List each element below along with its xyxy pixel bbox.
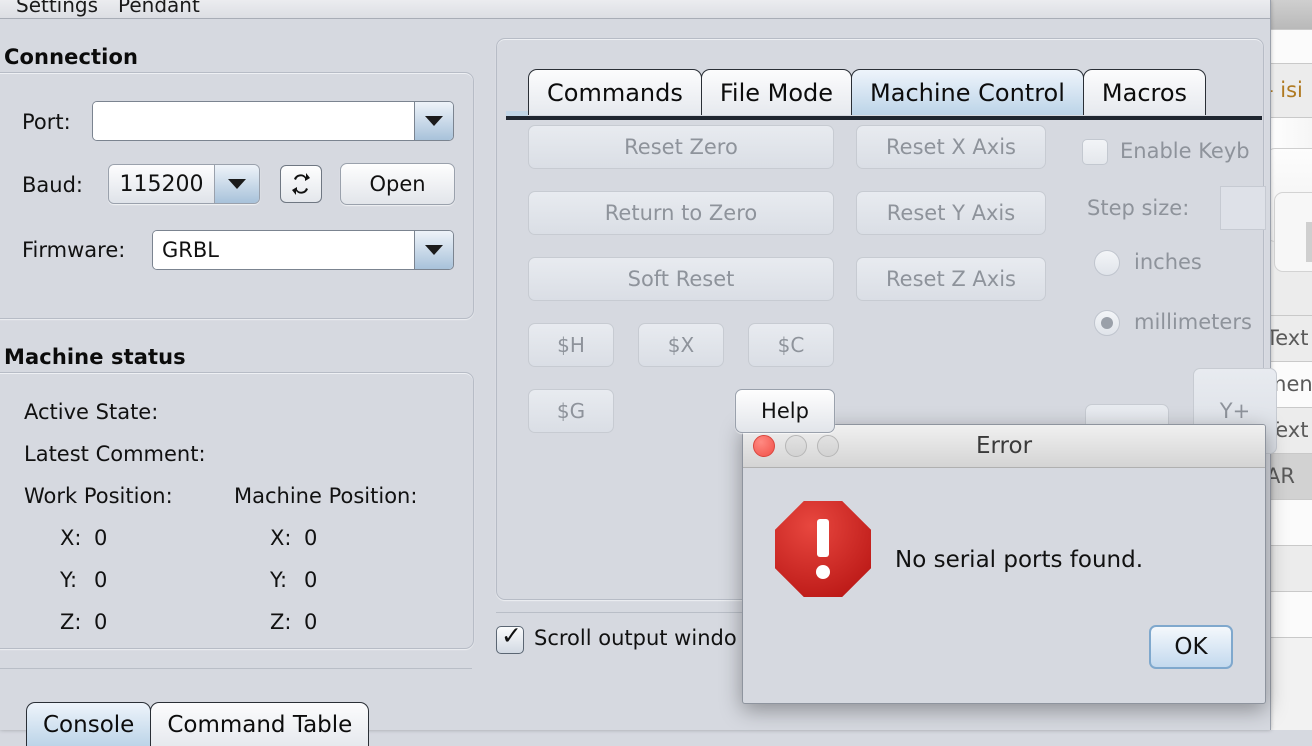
error-dialog-title: Error [975, 433, 1033, 459]
latest-comment-label: Latest Comment: [24, 442, 206, 466]
scroll-output-checkbox[interactable]: ✓ [496, 621, 524, 654]
tab-file-mode[interactable]: File Mode [700, 69, 853, 115]
work-position-label: Work Position: [24, 484, 173, 508]
dollar-h-button[interactable]: $H [528, 323, 614, 367]
enable-keyboard-label: Enable Keyb [1120, 139, 1250, 163]
port-dropdown-arrow[interactable] [414, 102, 453, 140]
port-combo[interactable] [92, 101, 454, 141]
tab-machine-control[interactable]: Machine Control [851, 69, 1084, 115]
background-window-shape [1306, 222, 1312, 262]
scroll-output-label: Scroll output windo [534, 626, 737, 650]
machine-z-label: Z: [270, 610, 292, 634]
millimeters-label: millimeters [1134, 310, 1252, 334]
bottom-tab-strip: Console Command Table [26, 702, 370, 746]
machine-x-label: X: [270, 526, 292, 550]
exclamation-bar [817, 519, 829, 557]
dollar-x-button[interactable]: $X [638, 323, 724, 367]
error-octagon-icon [775, 501, 871, 597]
work-y-label: Y: [60, 568, 78, 592]
menu-item-settings[interactable]: Settings [6, 0, 108, 17]
tab-macros[interactable]: Macros [1082, 69, 1207, 115]
baud-value: 115200 [109, 165, 214, 203]
work-y-value: 0 [94, 568, 108, 592]
reset-zero-button[interactable]: Reset Zero [528, 125, 834, 169]
inches-radio[interactable] [1094, 250, 1120, 276]
chevron-down-icon [228, 179, 246, 189]
radio-dot [1101, 317, 1113, 329]
menu-bar: Settings Pendant [0, 0, 1270, 19]
firmware-value[interactable]: GRBL [153, 231, 414, 269]
machine-x-value: 0 [304, 526, 318, 550]
menu-item-pendant[interactable]: Pendant [108, 0, 210, 17]
connection-group-title: Connection [4, 45, 139, 69]
reset-y-axis-button[interactable]: Reset Y Axis [856, 191, 1046, 235]
tab-console[interactable]: Console [26, 702, 152, 746]
error-dialog-message: No serial ports found. [895, 547, 1144, 573]
error-dialog: Error No serial ports found. OK [742, 424, 1266, 704]
step-size-input[interactable] [1220, 186, 1266, 230]
exclamation-dot [816, 565, 830, 579]
refresh-ports-button[interactable] [280, 165, 322, 203]
dollar-g-button[interactable]: $G [528, 389, 614, 433]
main-tab-strip: Commands File Mode Machine Control Macro… [528, 69, 1207, 115]
firmware-combo[interactable]: GRBL [152, 230, 454, 270]
machine-status-group-title: Machine status [4, 345, 186, 369]
check-icon: ✓ [501, 621, 522, 650]
port-label: Port: [22, 110, 71, 134]
port-input[interactable] [93, 102, 414, 140]
baud-combo[interactable]: 115200 [108, 164, 260, 204]
firmware-dropdown-arrow[interactable] [414, 231, 453, 269]
open-button[interactable]: Open [340, 163, 455, 205]
ok-button[interactable]: OK [1149, 625, 1233, 669]
chevron-down-icon [425, 116, 443, 126]
work-z-label: Z: [60, 610, 82, 634]
reset-x-axis-button[interactable]: Reset X Axis [856, 125, 1046, 169]
work-z-value: 0 [94, 610, 108, 634]
tab-commands[interactable]: Commands [528, 69, 702, 115]
baud-label: Baud: [22, 173, 83, 197]
work-x-value: 0 [94, 526, 108, 550]
millimeters-radio[interactable] [1094, 310, 1120, 336]
help-button[interactable]: Help [735, 389, 835, 433]
machine-z-value: 0 [304, 610, 318, 634]
enable-keyboard-checkbox[interactable] [1082, 139, 1108, 165]
chevron-down-icon [425, 245, 443, 255]
machine-y-label: Y: [270, 568, 288, 592]
firmware-label: Firmware: [22, 238, 126, 262]
baud-dropdown-arrow[interactable] [214, 165, 259, 203]
reset-z-axis-button[interactable]: Reset Z Axis [856, 257, 1046, 301]
inches-label: inches [1134, 250, 1202, 274]
return-to-zero-button[interactable]: Return to Zero [528, 191, 834, 235]
tab-command-table[interactable]: Command Table [150, 702, 370, 746]
step-size-label: Step size: [1087, 196, 1190, 220]
machine-y-value: 0 [304, 568, 318, 592]
work-x-label: X: [60, 526, 82, 550]
machine-position-label: Machine Position: [234, 484, 418, 508]
tab-underline [506, 116, 1262, 120]
active-state-label: Active State: [24, 400, 159, 424]
soft-reset-button[interactable]: Soft Reset [528, 257, 834, 301]
dollar-c-button[interactable]: $C [748, 323, 834, 367]
refresh-icon [292, 173, 310, 195]
